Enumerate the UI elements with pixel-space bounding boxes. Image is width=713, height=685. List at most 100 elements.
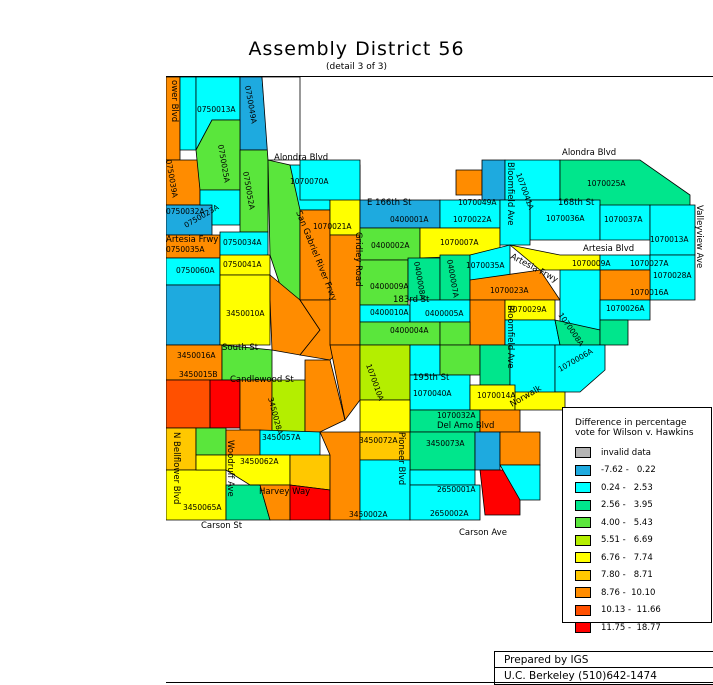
legend-swatch [575, 587, 591, 599]
legend-label: 2.56 - 3.95 [601, 500, 653, 511]
legend-label: -7.62 - 0.22 [601, 465, 656, 476]
legend-swatch [575, 569, 591, 581]
legend-item: 5.51 - 6.69 [575, 532, 711, 550]
precinct-label: 1070037A [604, 215, 643, 224]
precinct-area [195, 454, 227, 471]
precinct-area [239, 379, 273, 433]
precinct-label: 1070021A [313, 222, 352, 231]
street-label: Woodruff Ave [225, 440, 235, 497]
street-label: Carson St [201, 521, 243, 531]
precinct-label: 0400005A [425, 309, 464, 318]
precinct-area [179, 77, 197, 151]
legend-title-line: vote for Wilson v. Hawkins [575, 428, 694, 438]
precinct-label: 0400009A [370, 282, 409, 291]
legend-swatch [575, 604, 591, 616]
street-label: Candlewood St [230, 375, 294, 385]
legend-swatch [575, 622, 591, 634]
precinct-label: 1070014A [477, 391, 516, 400]
map-subtitle: (detail 3 of 3) [325, 62, 388, 72]
precinct-label: 1070035A [466, 261, 505, 270]
street-label: Harvey Way [259, 487, 310, 497]
precinct-area [166, 284, 221, 346]
precinct-label: 0750034A [223, 238, 262, 247]
precinct-label: 1070036A [546, 214, 585, 223]
street-label: N Bellflower Blvd [171, 432, 181, 504]
precinct-label: 0400001A [390, 215, 429, 224]
legend-rows: invalid data -7.62 - 0.22 0.24 - 2.53 2.56 … [575, 444, 711, 637]
precinct-label: 1070028A [653, 271, 692, 280]
precinct-label: 0400010A [370, 308, 409, 317]
legend-label: 11.75 - 18.77 [601, 622, 661, 633]
street-label: 168th St [558, 198, 595, 208]
legend: Difference in percentage vote for Wilson… [562, 407, 712, 634]
top-rule [166, 76, 713, 77]
precinct-label: 0750013A [197, 105, 236, 114]
street-label: E 166th St [367, 198, 412, 208]
precinct-label: 1070070A [290, 177, 329, 186]
precinct-label: 1070040A [413, 389, 452, 398]
legend-item: invalid data [575, 444, 711, 462]
legend-label: invalid data [601, 447, 651, 458]
precinct-area [469, 299, 506, 346]
precinct-area [359, 399, 411, 433]
credit-line: Prepared by IGS [495, 652, 713, 668]
precinct-label: 1070023A [490, 286, 529, 295]
street-label: Alondra Blvd [274, 153, 328, 163]
legend-label: 0.24 - 2.53 [601, 482, 653, 493]
precinct-label: 1070027A [630, 259, 669, 268]
legend-item: -7.62 - 0.22 [575, 462, 711, 480]
precinct-label: 1070022A [453, 215, 492, 224]
precinct-label: 3450002A [349, 510, 388, 519]
precinct-area [649, 204, 696, 256]
precinct-label: 1070032A [437, 411, 476, 420]
street-label: South St [222, 343, 259, 353]
precinct-label: 1070026A [606, 304, 645, 313]
precinct-area [499, 431, 541, 466]
precinct-label: 2650002A [430, 509, 469, 518]
precinct-label: 1070025A [587, 179, 626, 188]
precinct-area [409, 344, 441, 376]
credit-box: Prepared by IGS U.C. Berkeley (510)642-1… [494, 651, 713, 685]
legend-swatch [575, 464, 591, 476]
precinct-label: 3450015B [179, 370, 218, 379]
legend-title-line: Difference in percentage [575, 418, 687, 428]
precinct-label: 1070013A [650, 235, 689, 244]
legend-item: 6.76 - 7.74 [575, 549, 711, 567]
precinct-label: 3450073A [426, 439, 465, 448]
legend-title: Difference in percentage vote for Wilson… [575, 418, 711, 438]
street-label: Valleyview Ave [694, 205, 704, 268]
legend-swatch [575, 447, 591, 459]
precinct-area [166, 379, 211, 429]
precinct-label: 0750060A [176, 266, 215, 275]
map-title: Assembly District 56 [248, 38, 465, 60]
precinct-label: 1070049A [458, 198, 497, 207]
precinct-area [261, 77, 301, 161]
legend-item: 4.00 - 5.43 [575, 514, 711, 532]
legend-item: 11.75 - 18.77 [575, 619, 711, 637]
legend-label: 7.80 - 8.71 [601, 570, 653, 581]
legend-label: 10.13 - 11.66 [601, 605, 661, 616]
precinct-area [474, 431, 501, 471]
street-label: Carson Ave [459, 528, 507, 538]
precinct-area [439, 344, 481, 376]
legend-label: 8.76 - 10.10 [601, 587, 656, 598]
street-label: Bloomfield Ave [505, 305, 515, 369]
legend-swatch [575, 534, 591, 546]
legend-swatch [575, 517, 591, 529]
precinct-label: 1070009A [572, 259, 611, 268]
street-label: Artesia Frwy [166, 235, 218, 245]
legend-item: 7.80 - 8.71 [575, 567, 711, 585]
street-label: ower Blvd [169, 80, 179, 122]
precinct-label: 0750041A [223, 260, 262, 269]
precinct-label: 1070029A [508, 305, 547, 314]
precinct-label: 1070007A [440, 238, 479, 247]
precinct-label: 3450072A [359, 436, 398, 445]
precinct-label: 3450065A [183, 503, 222, 512]
street-label: Bloomfield Ave [505, 162, 515, 226]
precinct-area [455, 169, 483, 196]
precinct-label: 3450062A [240, 457, 279, 466]
street-label: Alondra Blvd [562, 148, 616, 158]
street-label: 195th St [413, 373, 450, 383]
precinct-label: 1070016A [630, 288, 669, 297]
precinct-label: 0400002A [371, 241, 410, 250]
